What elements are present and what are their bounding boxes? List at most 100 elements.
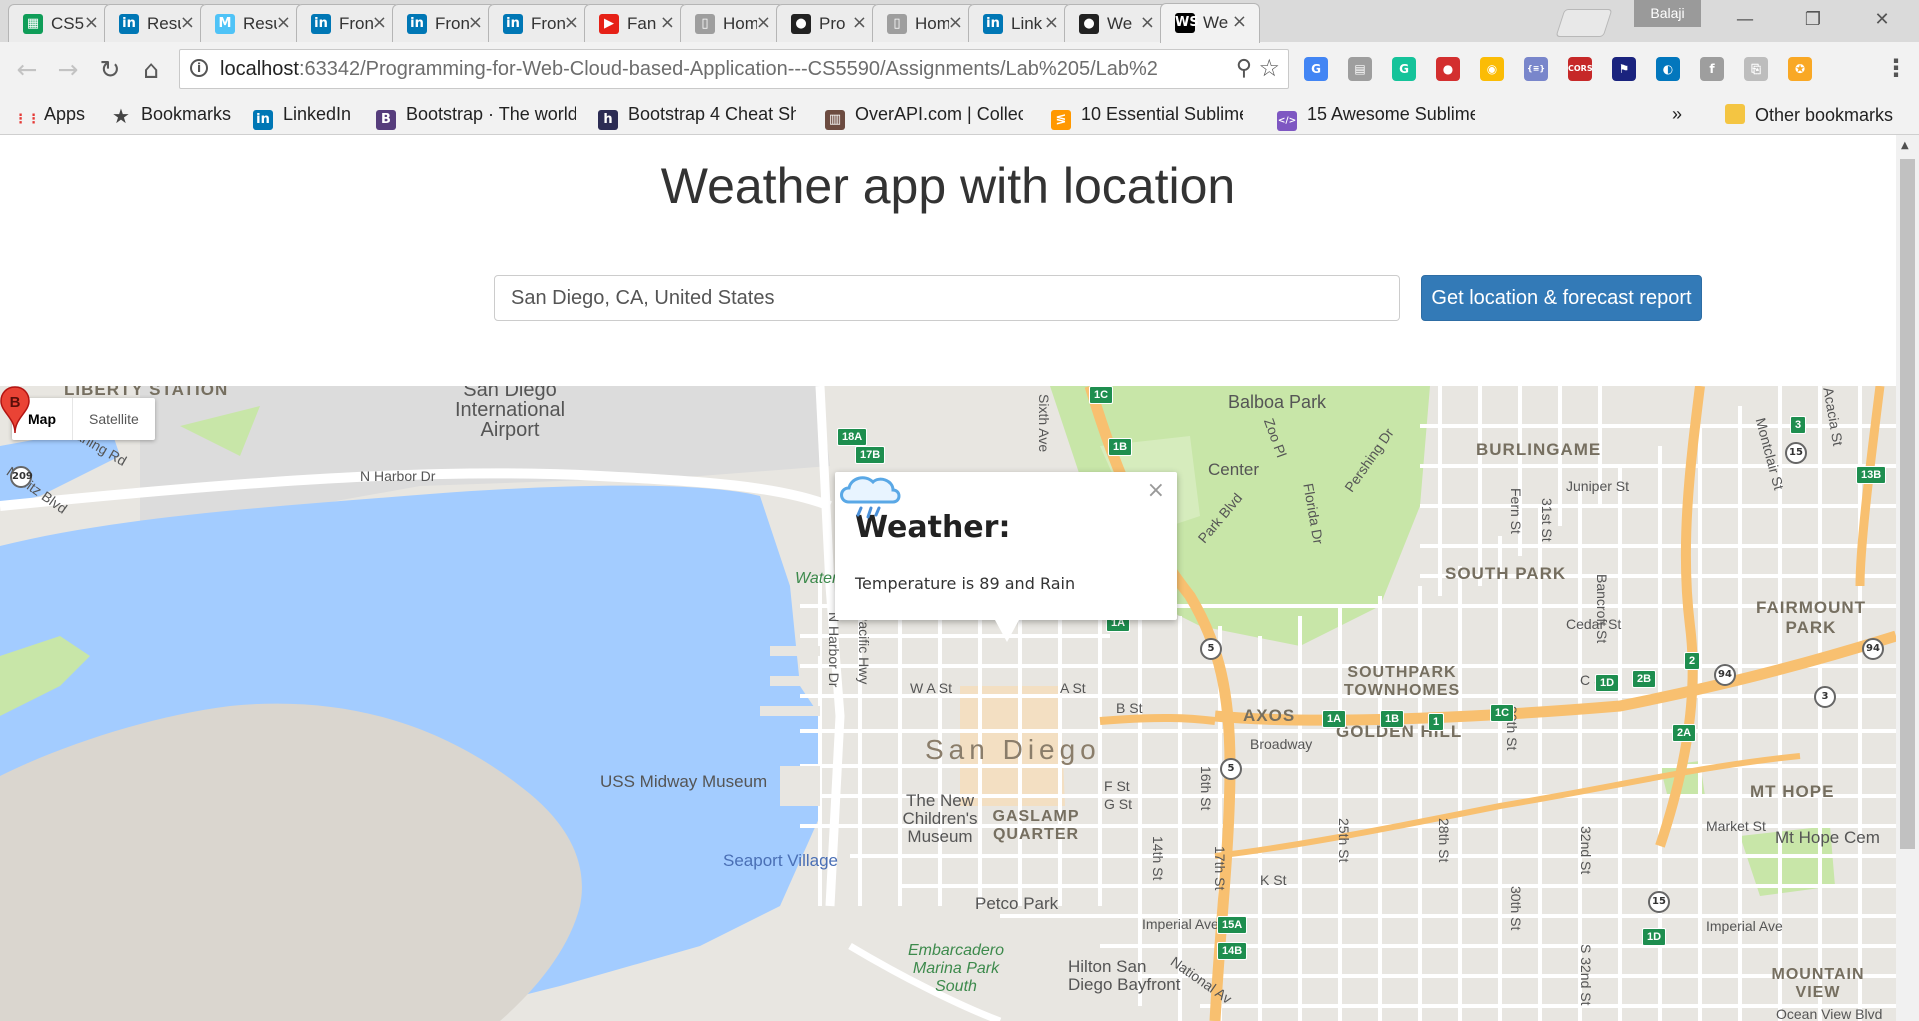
tab-close-icon[interactable]: × <box>948 12 963 33</box>
tab-title: Link <box>1011 14 1043 33</box>
bookmarks-overflow-chevron-icon[interactable]: » <box>1672 104 1682 130</box>
restore-icon[interactable]: ❐ <box>1793 6 1833 34</box>
tab-close-icon[interactable]: × <box>1140 12 1155 33</box>
bookmark-5[interactable]: ▥ OverAPI.com | Collect <box>825 104 1023 130</box>
tab-close-icon[interactable]: × <box>564 12 579 33</box>
tab-title: We <box>1107 14 1133 33</box>
exit-label-1a-2: 1A <box>1322 710 1347 728</box>
flag-icon[interactable]: ⚑ <box>1612 57 1636 81</box>
json-icon[interactable]: {≡} <box>1524 57 1548 81</box>
google-translate-icon[interactable]: G <box>1304 57 1328 81</box>
bookmark-star-icon[interactable]: ☆ <box>1258 54 1280 82</box>
badge-icon[interactable]: ✪ <box>1788 57 1812 81</box>
profile-button[interactable]: Balaji <box>1634 0 1701 27</box>
reload-icon[interactable]: ↻ <box>92 52 128 88</box>
tab-close-icon[interactable]: × <box>276 12 291 33</box>
close-window-icon[interactable]: ✕ <box>1862 6 1902 34</box>
adblock-icon[interactable]: ● <box>1436 57 1460 81</box>
scroll-up-arrow-icon[interactable]: ▲ <box>1901 140 1909 151</box>
search-icon[interactable]: ⚲ <box>1236 56 1252 81</box>
map-label-uss-midway: USS Midway Museum <box>600 772 768 791</box>
street-label-14th-st: 14th St <box>1150 836 1166 881</box>
tab-close-icon[interactable]: × <box>1232 11 1247 32</box>
menu-dots-icon[interactable]: ⋮ <box>1884 54 1908 82</box>
tab-7[interactable]: ▯ Home× <box>680 4 784 42</box>
tab-6[interactable]: ▶ Fan × <box>584 4 688 42</box>
pdf-icon[interactable]: ⎘ <box>1744 57 1768 81</box>
map-label-axos: AXOS <box>1243 706 1296 725</box>
location-search-input[interactable] <box>494 275 1400 321</box>
minimize-icon[interactable]: — <box>1725 6 1765 34</box>
tab-8[interactable]: ● Pro × <box>776 4 880 42</box>
tab-close-icon[interactable]: × <box>84 12 99 33</box>
tab-close-icon[interactable]: × <box>1044 12 1059 33</box>
grammarly-icon[interactable]: G <box>1392 57 1416 81</box>
bookmark-3[interactable]: B Bootstrap · The world <box>376 104 576 130</box>
document-icon[interactable]: ▤ <box>1348 57 1372 81</box>
bookmark-0[interactable]: ⋮⋮ Apps <box>14 104 85 130</box>
page-scrollbar[interactable]: ▲ <box>1896 135 1919 1021</box>
map-label-fairmount-park: FAIRMOUNT PARK <box>1756 598 1867 637</box>
tab-1[interactable]: in Resume× <box>104 4 208 42</box>
exit-label-1b: 1B <box>1108 438 1133 456</box>
new-tab-button[interactable] <box>1555 9 1613 37</box>
exit-label-1b-2: 1B <box>1380 710 1405 728</box>
route-shield-94: 94 <box>1714 664 1736 686</box>
street-label-28th-st: 28th St <box>1436 818 1452 863</box>
tab-9[interactable]: ▯ Home× <box>872 4 976 42</box>
bookmark-7[interactable]: </> 15 Awesome Sublime <box>1277 104 1475 131</box>
map-label-san-diego: San Diego <box>925 734 1101 765</box>
street-label-25th-st: 25th St <box>1336 818 1352 863</box>
tab-12[interactable]: WS We × <box>1160 3 1260 43</box>
tab-close-icon[interactable]: × <box>852 12 867 33</box>
bookmark-4[interactable]: h Bootstrap 4 Cheat Sh <box>598 104 796 130</box>
map-marker-b[interactable]: B <box>0 386 30 434</box>
map-type-satellite-button[interactable]: Satellite <box>73 398 155 440</box>
tab-close-icon[interactable]: × <box>660 12 675 33</box>
tab-0[interactable]: ▦ CS5590× <box>8 4 112 42</box>
tab-5[interactable]: in Front× <box>488 4 592 42</box>
url-text[interactable]: localhost:63342/Programming-for-Web-Clou… <box>220 58 1210 81</box>
tab-4[interactable]: in Front× <box>392 4 496 42</box>
tab-3[interactable]: in Front× <box>296 4 400 42</box>
other-bookmarks[interactable]: Other bookmarks <box>1725 104 1893 130</box>
home-icon[interactable]: ⌂ <box>133 52 169 88</box>
forward-arrow-icon[interactable]: → <box>50 52 86 88</box>
exit-label-13b: 13B <box>1856 466 1887 484</box>
street-label-31st-st: 31st St <box>1539 498 1555 542</box>
tab-title: Front <box>531 14 565 33</box>
page-title: Weather app with location <box>660 158 1236 214</box>
tab-10[interactable]: in Link × <box>968 4 1072 42</box>
get-forecast-button[interactable]: Get location & forecast report <box>1421 275 1702 321</box>
tab-2[interactable]: M Resume× <box>200 4 304 42</box>
tab-11[interactable]: ● We × <box>1064 4 1168 42</box>
exit-label-18a: 18A <box>837 428 868 446</box>
linkedin-icon: in <box>311 14 331 34</box>
tab-close-icon[interactable]: × <box>756 12 771 33</box>
scrollbar-thumb[interactable] <box>1900 159 1915 849</box>
close-icon[interactable]: × <box>1147 478 1165 503</box>
route-shield-3: 3 <box>1814 686 1836 708</box>
google-map[interactable]: LIBERTY STATION San Diego International … <box>0 386 1896 1021</box>
tab-close-icon[interactable]: × <box>372 12 387 33</box>
info-icon[interactable]: i <box>190 59 208 77</box>
font-icon[interactable]: f <box>1700 57 1724 81</box>
linkedin-icon: in <box>253 110 273 130</box>
address-bar[interactable]: i localhost:63342/Programming-for-Web-Cl… <box>179 49 1289 89</box>
tab-close-icon[interactable]: × <box>468 12 483 33</box>
bookmark-2[interactable]: in LinkedIn <box>253 104 351 130</box>
street-label-17th-st: 17th St <box>1212 846 1228 891</box>
bookmark-label: Bootstrap 4 Cheat Sh <box>628 104 796 124</box>
eye-icon[interactable]: ◐ <box>1656 57 1680 81</box>
map-label-southpark-townhomes: SOUTHPARK TOWNHOMES <box>1343 664 1461 699</box>
bookmark-1[interactable]: ★ Bookmarks <box>111 104 231 130</box>
youtube-icon: ▶ <box>599 14 619 34</box>
tab-close-icon[interactable]: × <box>180 12 195 33</box>
overapi-icon: ▥ <box>825 110 845 130</box>
chrome-icon[interactable]: ◉ <box>1480 57 1504 81</box>
cors-icon[interactable]: CORS <box>1568 57 1593 81</box>
street-label-s-32nd-st: S 32nd St <box>1578 944 1594 1006</box>
street-label-imperial-ave: Imperial Ave <box>1142 916 1219 932</box>
back-arrow-icon[interactable]: ← <box>9 52 45 88</box>
bookmark-6[interactable]: ≶ 10 Essential Sublime <box>1051 104 1243 130</box>
